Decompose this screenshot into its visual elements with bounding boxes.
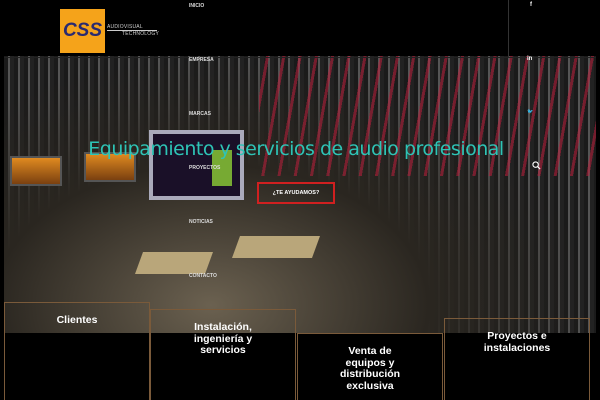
- vu-meter: [10, 156, 62, 186]
- card-label: Clientes: [56, 314, 98, 326]
- header-divider-vertical: [508, 0, 509, 57]
- nav-empresa[interactable]: EMPRESA: [189, 57, 214, 63]
- card-venta[interactable]: Venta de equipos y distribución exclusiv…: [297, 333, 443, 400]
- card-label: Instalación, ingeniería y servicios: [193, 321, 253, 356]
- card-label: Proyectos e instalaciones: [483, 330, 551, 354]
- header-divider: [4, 57, 596, 58]
- nav-noticias[interactable]: NOTICIAS: [189, 219, 213, 225]
- card-clientes[interactable]: Clientes: [4, 302, 150, 400]
- console-panel: [134, 252, 214, 274]
- logo[interactable]: CSS: [60, 9, 105, 53]
- nav-contacto[interactable]: CONTACTO: [189, 273, 217, 279]
- search-icon[interactable]: [532, 161, 541, 170]
- logo-mark: CSS: [62, 20, 103, 41]
- card-label: Venta de equipos y distribución exclusiv…: [340, 345, 401, 392]
- facebook-icon[interactable]: f: [530, 2, 532, 8]
- nav-proyectos[interactable]: PROYECTOS: [189, 165, 220, 171]
- hero-title: Equipamiento y servicios de audio profes…: [88, 138, 504, 160]
- twitter-icon[interactable]: 🐦: [527, 109, 533, 115]
- nav-inicio[interactable]: INICIO: [189, 3, 204, 9]
- help-button[interactable]: ¿TE AYUDAMOS?: [257, 182, 335, 204]
- console-panel: [231, 236, 321, 258]
- logo-tagline: AUDIOVISUAL TECHNOLOGY: [107, 24, 159, 37]
- card-proyectos[interactable]: Proyectos e instalaciones: [444, 318, 590, 400]
- logo-line2: TECHNOLOGY: [122, 31, 160, 37]
- card-instalacion[interactable]: Instalación, ingeniería y servicios: [150, 309, 296, 400]
- linkedin-icon[interactable]: in: [527, 56, 532, 62]
- nav-marcas[interactable]: MARCAS: [189, 111, 211, 117]
